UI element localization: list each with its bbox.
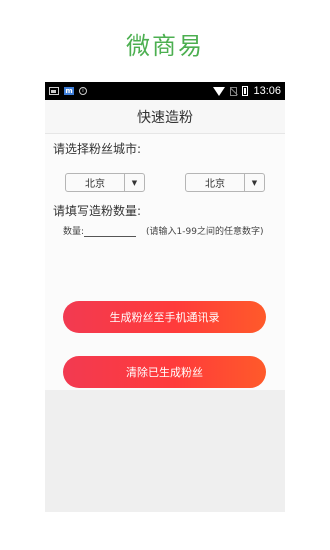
status-time: 13:06 [253, 85, 281, 97]
generate-fans-button[interactable]: 生成粉丝至手机通讯录 [63, 301, 266, 333]
quantity-section-label: 请填写造粉数量: [53, 204, 142, 218]
gallery-icon [49, 87, 59, 95]
promo-title: 微商易 [126, 32, 204, 60]
chevron-down-icon: ▼ [244, 174, 264, 191]
quantity-input[interactable] [84, 225, 137, 237]
app-notification-icon: m [64, 87, 74, 95]
chevron-down-icon: ▼ [124, 174, 144, 191]
info-icon: i [79, 87, 87, 95]
quantity-row: 数量: (请输入1-99之间的任意数字) [63, 224, 264, 237]
phone-screen: m i 13:06 快速造粉 请选择粉丝城市: 北京 ▼ 北京 ▼ 请填写造粉数… [45, 82, 285, 512]
city-select-right[interactable]: 北京 ▼ [185, 173, 265, 192]
city-section-label: 请选择粉丝城市: [53, 142, 142, 156]
city-select-left-value: 北京 [85, 179, 105, 190]
city-select-left[interactable]: 北京 ▼ [65, 173, 145, 192]
quantity-hint: (请输入1-99之间的任意数字) [146, 227, 264, 237]
city-select-right-value: 北京 [205, 179, 225, 190]
bottom-area [45, 390, 285, 512]
quantity-field-label: 数量: [63, 227, 85, 237]
no-sim-icon [230, 86, 238, 96]
status-bar: m i 13:06 [45, 82, 285, 100]
battery-icon [242, 86, 249, 96]
clear-fans-button[interactable]: 清除已生成粉丝 [63, 356, 266, 388]
page-title: 快速造粉 [45, 100, 285, 134]
wifi-icon [213, 86, 226, 96]
